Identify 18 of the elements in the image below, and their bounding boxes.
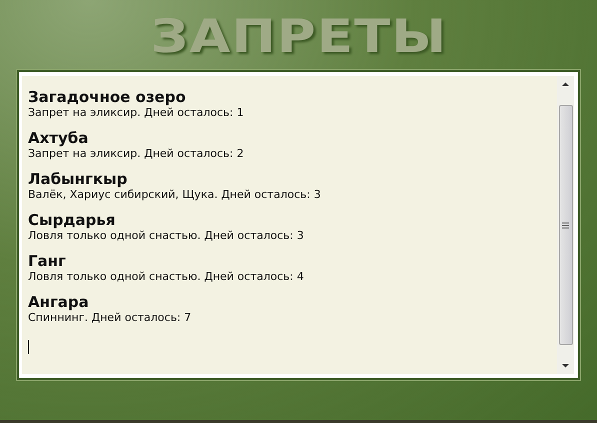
- scroll-thumb[interactable]: [558, 105, 572, 345]
- ban-details: Спиннинг. Дней осталось: 7: [28, 311, 192, 325]
- lake-name: Сырдарья: [28, 211, 116, 229]
- ban-details: Ловля только одной снастью. Дней осталось: 4: [28, 270, 304, 284]
- lake-name: Ангара: [28, 293, 89, 311]
- ban-details: Запрет на эликсир. Дней осталось: 1: [28, 106, 244, 120]
- lake-name: Лабынгкыр: [28, 170, 128, 188]
- lake-name: Загадочное озеро: [28, 88, 186, 106]
- ban-details: Ловля только одной снастью. Дней осталось: 3: [28, 229, 304, 243]
- grip-icon: [562, 222, 569, 228]
- page-title: ЗАПРЕТЫ: [150, 10, 447, 62]
- ban-details: Валёк, Хариус сибирский, Щука. Дней осталось: 3: [28, 188, 321, 202]
- text-area[interactable]: [22, 76, 557, 374]
- lake-name: Ганг: [28, 252, 66, 270]
- text-cursor: [28, 340, 29, 354]
- lake-name: Ахтуба: [28, 129, 88, 147]
- scrollbar[interactable]: [557, 76, 574, 374]
- ban-details: Запрет на эликсир. Дней осталось: 2: [28, 147, 244, 161]
